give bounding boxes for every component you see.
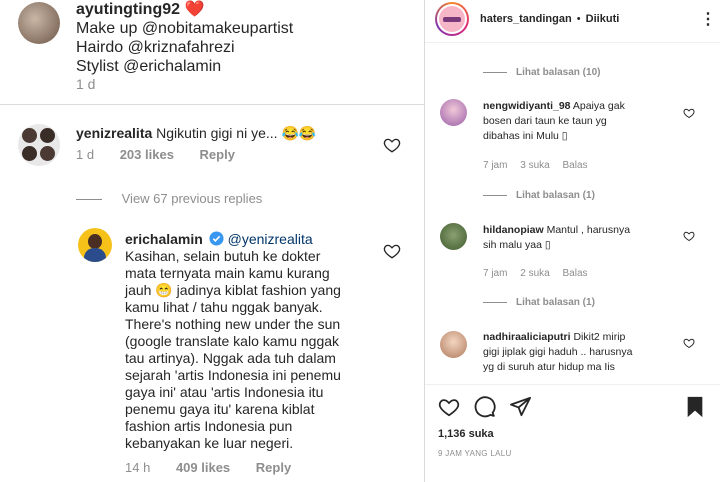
comment-line: There's nothing new under the sun — [125, 316, 341, 332]
comment-line: tau artinya). Nggak ada tuh dalam — [125, 350, 336, 366]
comment-text: Mantul , harusnya — [546, 224, 631, 236]
comment-username[interactable]: nadhiraaliciaputri — [483, 331, 571, 343]
view-replies-link[interactable]: Lihat balasan (10) — [516, 67, 600, 78]
comment-time: 1 d — [76, 147, 95, 162]
comment-text: sih malu yaa ▯ — [483, 239, 551, 251]
like-heart-icon[interactable] — [383, 136, 401, 154]
comment-likes[interactable]: 3 suka — [520, 160, 549, 171]
comment-time: 7 jam — [483, 268, 508, 279]
comment-bubble-icon[interactable] — [473, 395, 496, 418]
reply-button[interactable]: Reply — [256, 460, 291, 475]
reply-button[interactable]: Balas — [562, 160, 587, 171]
comment-username[interactable]: hildanopiaw — [483, 224, 544, 236]
comment-line: mata ternyata main kamu kurang — [125, 265, 330, 281]
comment-line: penemu gaya itu' karena kiblat — [125, 401, 315, 417]
comment-username[interactable]: ayutingting92 — [76, 1, 180, 18]
avatar[interactable] — [440, 99, 467, 126]
comment-line: Stylist @erichalamin — [76, 58, 222, 75]
likes-count[interactable]: 1,136 suka — [438, 428, 494, 440]
comment-line: gaya ini' atau 'artis Indonesia itu — [125, 384, 324, 400]
comment-line: kebanyakan ke luar negeri. — [125, 435, 294, 451]
comment-line: sejarah 'artis Indonesia ini penemu — [125, 367, 341, 383]
comment-time: 1 d — [76, 76, 96, 92]
like-heart-icon[interactable] — [683, 230, 695, 242]
comment-likes[interactable]: 2 suka — [520, 268, 549, 279]
comment-text: Ngikutin gigi ni ye... 😂😂 — [156, 125, 317, 141]
follow-status[interactable]: Diikuti — [586, 13, 620, 25]
comment-line: fashion artis Indonesia pun — [125, 418, 293, 434]
header-divider — [425, 42, 720, 43]
comment-username[interactable]: erichalamin — [125, 231, 203, 247]
comment-line: jauh 😁 jadinya kiblat fashion yang — [125, 282, 341, 298]
post-username[interactable]: haters_tandingan — [480, 13, 572, 25]
avatar[interactable] — [78, 228, 112, 262]
comment-text: gigi jiplak gigi haduh .. harusnya — [483, 346, 633, 358]
comment-likes[interactable]: 409 likes — [176, 460, 230, 475]
right-post-panel: haters_tandingan • Diikuti ⋮ Lihat balas… — [425, 0, 720, 482]
avatar[interactable] — [440, 331, 467, 358]
view-replies-link[interactable]: Lihat balasan (1) — [516, 297, 595, 308]
comment-text: yg di suruh atur hidup ma Iis — [483, 361, 615, 373]
share-plane-icon[interactable] — [509, 395, 532, 418]
comment-username[interactable]: nengwidiyanti_98 — [483, 100, 571, 112]
comment-text: dibahas ini Mulu ▯ — [483, 130, 568, 142]
like-heart-icon[interactable] — [383, 242, 401, 260]
avatar[interactable] — [440, 223, 467, 250]
post-timestamp: 9 JAM YANG LALU — [438, 449, 512, 458]
reply-button[interactable]: Reply — [200, 147, 235, 162]
avatar[interactable] — [435, 2, 469, 36]
reply-button[interactable]: Balas — [562, 268, 587, 279]
comment-text: Apaiya gak — [572, 100, 625, 112]
left-comments-panel: ayutingting92 ❤️ Make up @nobitamakeupar… — [0, 0, 424, 482]
like-heart-icon[interactable] — [683, 337, 695, 349]
comment-text: Dikit2 mirip — [573, 331, 626, 343]
heart-emoji: ❤️ — [184, 1, 205, 18]
avatar[interactable] — [18, 124, 60, 166]
avatar[interactable] — [18, 2, 60, 44]
more-options-icon[interactable]: ⋮ — [700, 9, 716, 29]
verified-badge-icon — [209, 231, 224, 246]
comment-line: Hairdo @kriznafahrezi — [76, 39, 235, 56]
comment-username[interactable]: yenizrealita — [76, 125, 152, 141]
comment-line: (google translate kalo kamu nggak — [125, 333, 340, 349]
comment-divider — [0, 104, 424, 105]
like-heart-icon[interactable] — [683, 107, 695, 119]
separator-dot: • — [576, 13, 581, 25]
comment-line: kamu lihat / tahu nggak banyak. — [125, 299, 323, 315]
comment-line: Make up @nobitamakeupartist — [76, 20, 294, 37]
comment-text: bosen dari taun ke taun yg — [483, 115, 607, 127]
action-bar-divider — [425, 384, 720, 385]
like-heart-icon[interactable] — [437, 396, 461, 418]
comment-line: Kasihan, selain butuh ke dokter — [125, 248, 321, 264]
bookmark-icon[interactable] — [685, 396, 705, 418]
mention-link[interactable]: @yenizrealita — [228, 231, 313, 247]
comment-time: 14 h — [125, 460, 151, 475]
comment-likes[interactable]: 203 likes — [120, 147, 174, 162]
view-replies-link[interactable]: Lihat balasan (1) — [516, 190, 595, 201]
comment-time: 7 jam — [483, 160, 508, 171]
view-previous-replies[interactable]: View 67 previous replies — [122, 191, 263, 206]
